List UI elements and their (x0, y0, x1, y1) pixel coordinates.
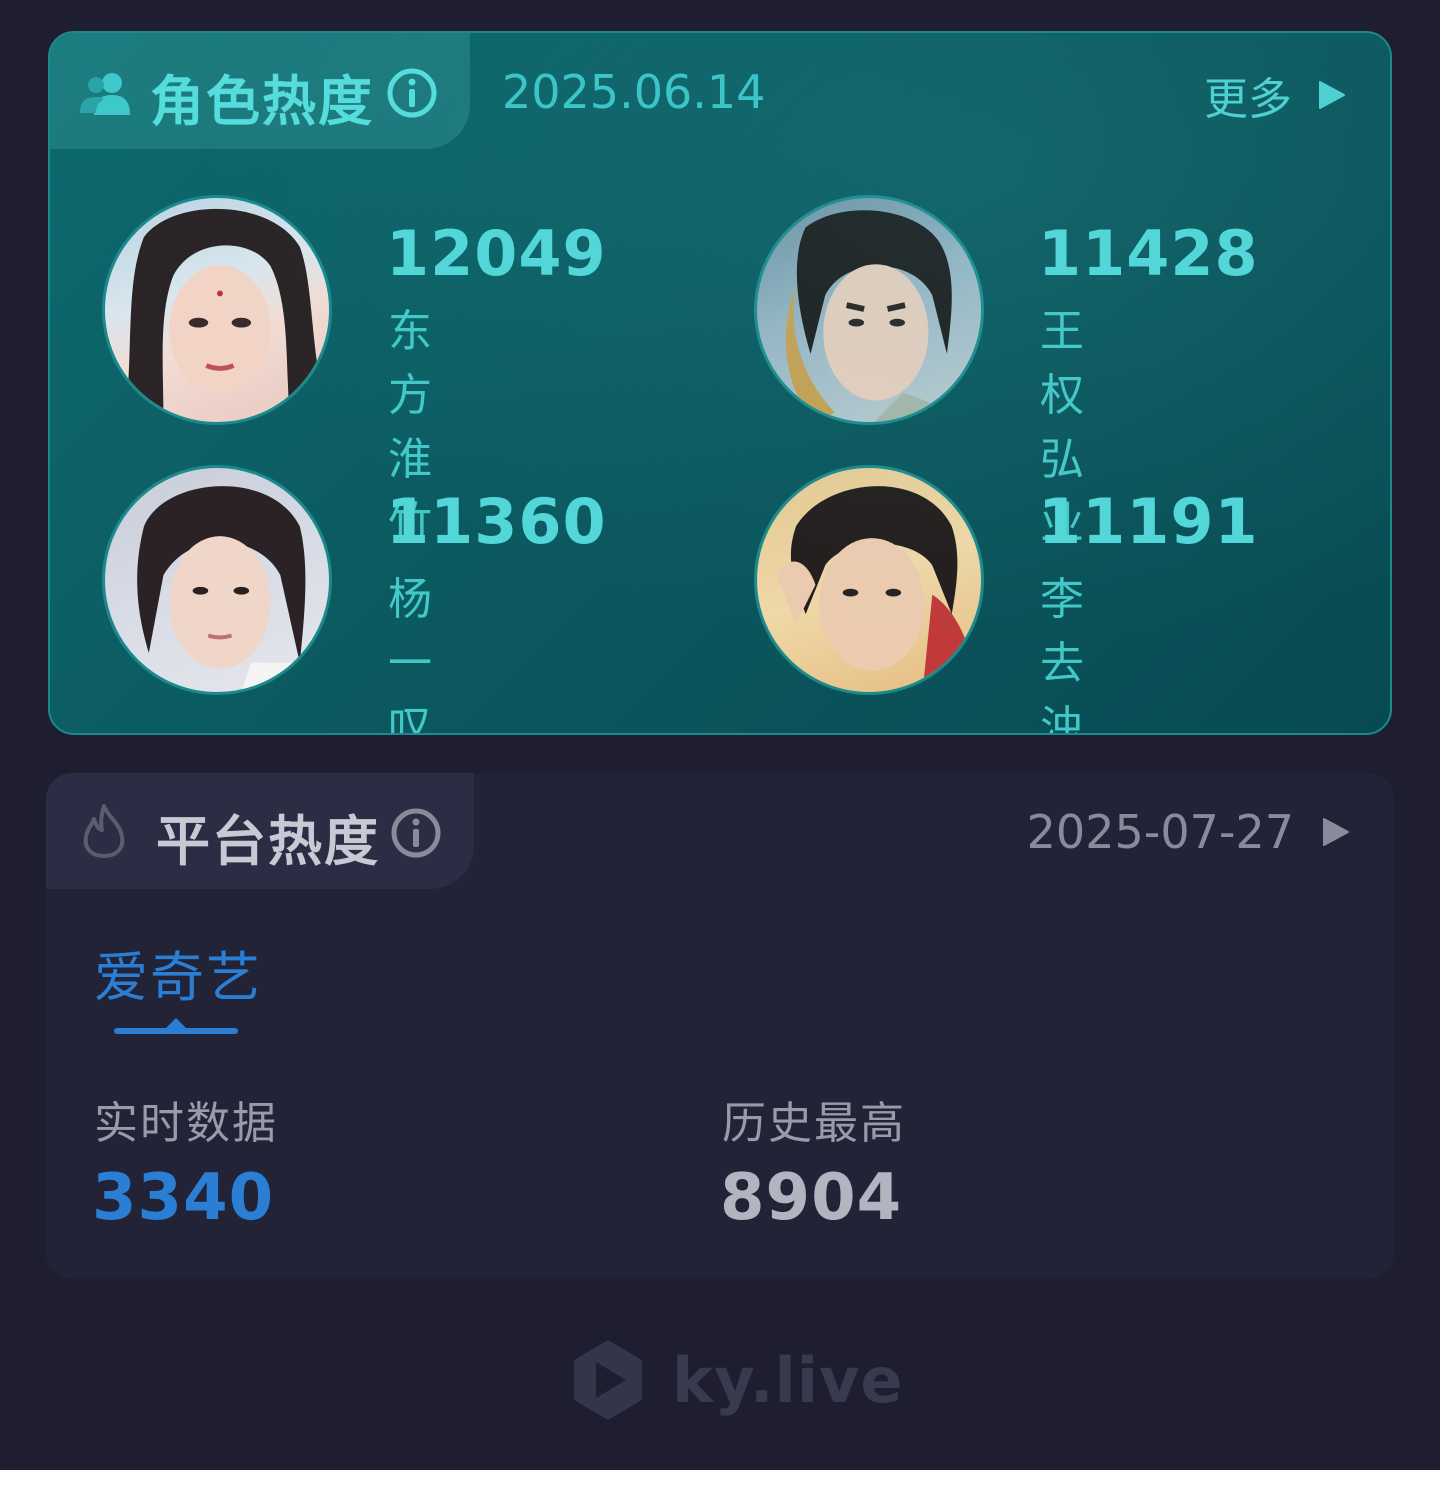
character-heat-title: 角色热度 (150, 70, 374, 133)
more-button[interactable]: 更多 (1204, 63, 1346, 127)
platform-heat-title: 平台热度 (156, 810, 380, 873)
platform-heat-header: 平台热度 (46, 773, 474, 889)
watermark-text: ky.live (672, 1343, 904, 1417)
avatar (102, 465, 332, 695)
character-heat-value: 12049 (386, 217, 607, 290)
info-icon[interactable] (386, 67, 438, 119)
portrait-image (785, 210, 962, 422)
character-heat-header: 角色热度 (50, 33, 470, 149)
realtime-value: 3340 (92, 1161, 275, 1235)
platform-date-button[interactable]: 2025-07-27 (1027, 805, 1350, 859)
active-tab-indicator (114, 1018, 238, 1034)
history-high-label: 历史最高 (722, 1098, 906, 1149)
portrait-image (776, 486, 981, 692)
history-high-value: 8904 (720, 1161, 903, 1235)
play-arrow-icon (1319, 81, 1345, 109)
character-name: 李去浊 (1040, 574, 1086, 735)
character-heat-value: 11360 (386, 485, 607, 558)
platform-heat-card: 平台热度 2025-07-27 爱奇艺 实时数据 3340 历史最高 8904 (46, 773, 1394, 1279)
portrait-image (137, 486, 329, 692)
more-label: 更多 (1204, 74, 1292, 125)
character-heat-value: 11428 (1038, 217, 1259, 290)
tab-iqiyi[interactable]: 爱奇艺 (94, 933, 262, 1012)
character-heat-date: 2025.06.14 (502, 65, 766, 119)
people-icon (80, 73, 130, 115)
avatar (754, 465, 984, 695)
portrait-image (124, 208, 329, 422)
avatar (754, 195, 984, 425)
character-heat-card: 角色热度 2025.06.14 更多 12049 东方淮竹 11428 王权弘业… (48, 31, 1392, 735)
flame-icon (83, 804, 125, 858)
avatar (102, 195, 332, 425)
realtime-label: 实时数据 (94, 1098, 278, 1149)
character-name: 杨一叹 (388, 574, 434, 735)
ky-logo-icon (574, 1340, 642, 1420)
app-screen: 角色热度 2025.06.14 更多 12049 东方淮竹 11428 王权弘业… (0, 0, 1440, 1470)
character-heat-value: 11191 (1038, 485, 1259, 558)
play-arrow-icon (1323, 818, 1349, 846)
platform-heat-date: 2025-07-27 (1026, 805, 1294, 859)
info-icon[interactable] (390, 807, 442, 859)
watermark: ky.live (570, 1338, 903, 1422)
